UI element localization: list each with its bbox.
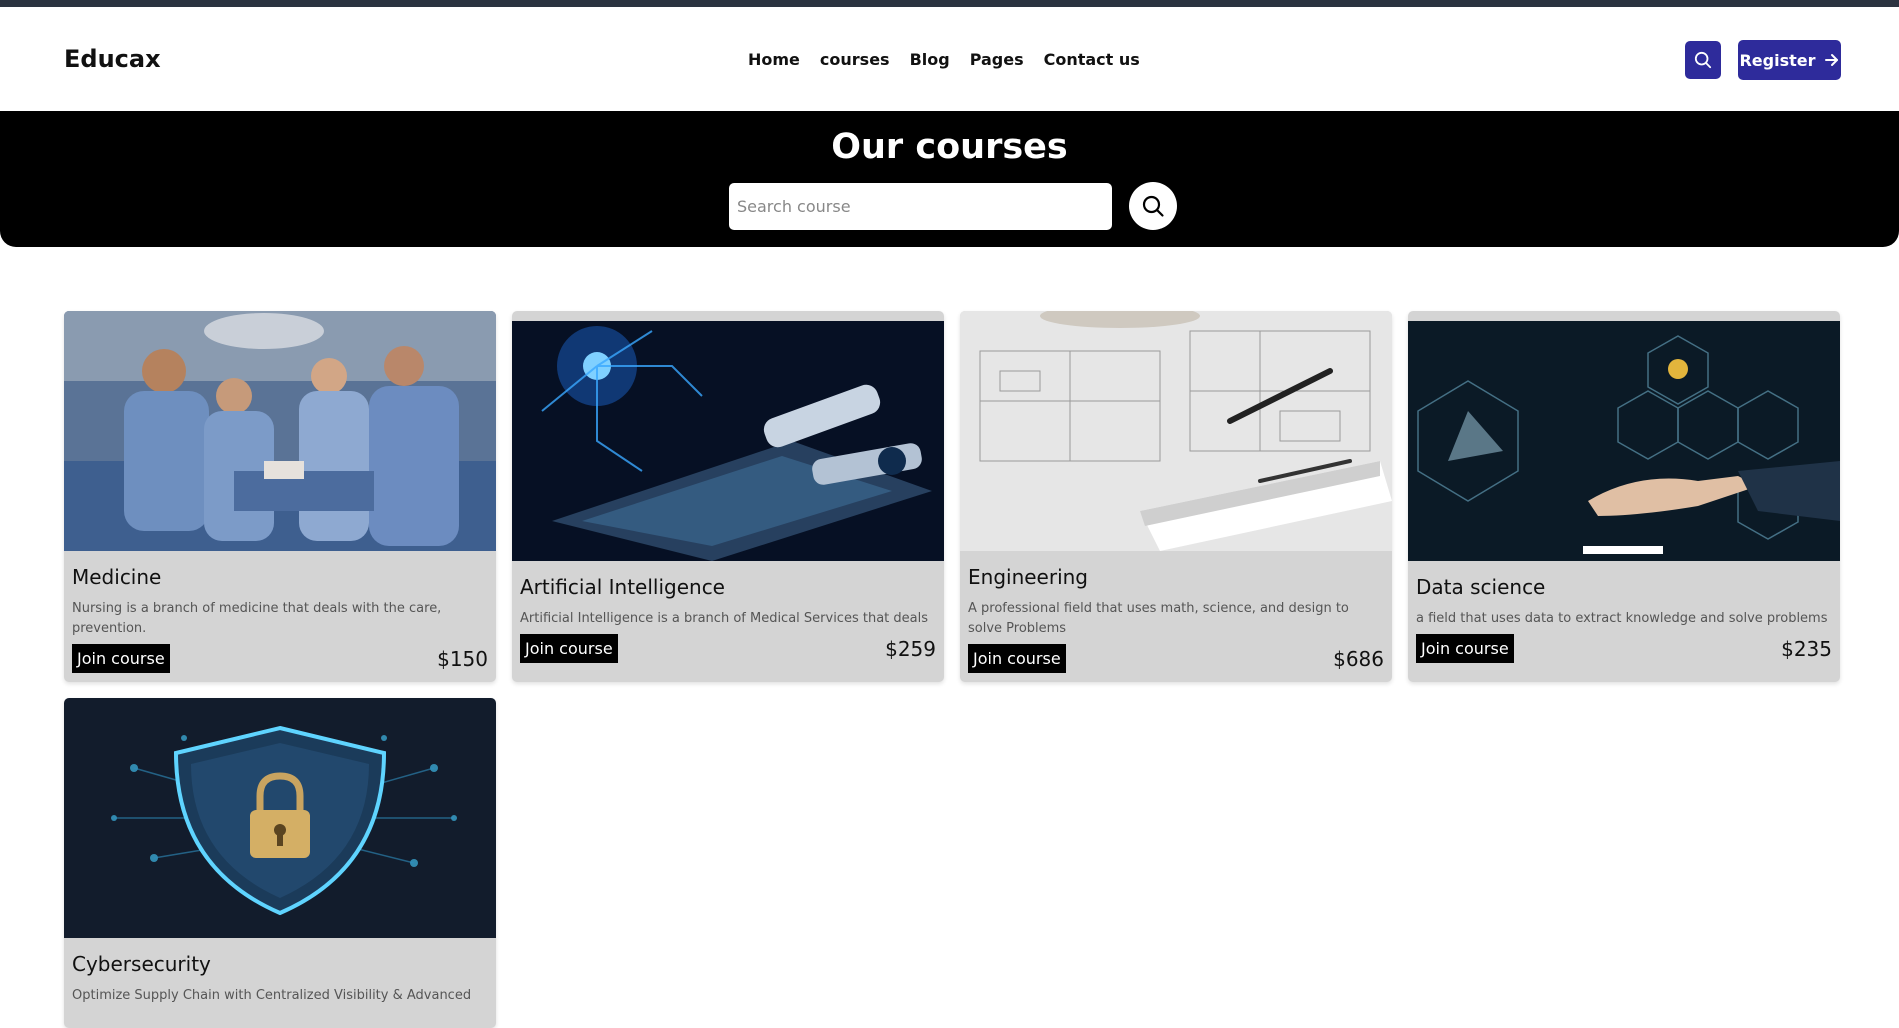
course-card-data-science: Data science a field that uses data to e… — [1408, 311, 1840, 682]
join-course-button[interactable]: Join course — [968, 644, 1066, 673]
course-footer: Join course $235 — [1416, 634, 1832, 663]
courses-grid: Medicine Nursing is a branch of medicine… — [64, 311, 1840, 1028]
course-title: Engineering — [968, 565, 1088, 589]
register-label: Register — [1739, 50, 1816, 70]
nav-contact[interactable]: Contact us — [1044, 50, 1140, 69]
hero-banner: Our courses — [0, 111, 1899, 247]
join-course-button[interactable]: Join course — [72, 644, 170, 673]
nav-courses[interactable]: courses — [820, 50, 890, 69]
course-footer: Join course $150 — [72, 644, 488, 673]
join-course-button[interactable]: Join course — [520, 634, 618, 663]
page-title: Our courses — [831, 127, 1068, 167]
main-nav: Home courses Blog Pages Contact us — [748, 7, 1140, 111]
course-title: Data science — [1416, 575, 1546, 599]
course-footer: Join course $686 — [968, 644, 1384, 673]
course-price: $686 — [1333, 646, 1384, 671]
brand-logo[interactable]: Educax — [64, 45, 161, 73]
course-description: Optimize Supply Chain with Centralized V… — [72, 988, 472, 1003]
course-image-ai — [512, 321, 944, 561]
course-image-medicine — [64, 311, 496, 551]
course-footer: Join course $259 — [520, 634, 936, 663]
search-icon — [1694, 51, 1712, 69]
course-price: $259 — [885, 636, 936, 661]
course-search-button[interactable] — [1129, 182, 1177, 230]
header-actions: Register — [1685, 40, 1841, 80]
site-header: Educax Home courses Blog Pages Contact u… — [0, 7, 1899, 111]
nav-blog[interactable]: Blog — [910, 50, 950, 69]
course-card-medicine: Medicine Nursing is a branch of medicine… — [64, 311, 496, 682]
course-image-engineering — [960, 311, 1392, 551]
course-image-data-science — [1408, 321, 1840, 561]
course-price: $235 — [1781, 636, 1832, 661]
search-icon — [1142, 195, 1164, 217]
course-image-cybersecurity — [64, 698, 496, 938]
course-search-input[interactable] — [729, 183, 1112, 230]
register-button[interactable]: Register — [1738, 40, 1841, 80]
course-card-engineering: Engineering A professional field that us… — [960, 311, 1392, 682]
course-description: Nursing is a branch of medicine that dea… — [72, 601, 442, 636]
join-course-button[interactable]: Join course — [1416, 634, 1514, 663]
course-card-cybersecurity: Cybersecurity Optimize Supply Chain with… — [64, 698, 496, 1028]
course-description: A professional field that uses math, sci… — [968, 601, 1349, 636]
arrow-right-icon — [1824, 54, 1838, 66]
course-title: Cybersecurity — [72, 952, 211, 976]
course-card-ai: Artificial Intelligence Artificial Intel… — [512, 311, 944, 682]
nav-pages[interactable]: Pages — [970, 50, 1024, 69]
top-strip — [0, 0, 1899, 7]
course-title: Artificial Intelligence — [520, 575, 725, 599]
course-price: $150 — [437, 646, 488, 671]
course-title: Medicine — [72, 565, 162, 589]
header-search-button[interactable] — [1685, 41, 1721, 79]
nav-home[interactable]: Home — [748, 50, 800, 69]
